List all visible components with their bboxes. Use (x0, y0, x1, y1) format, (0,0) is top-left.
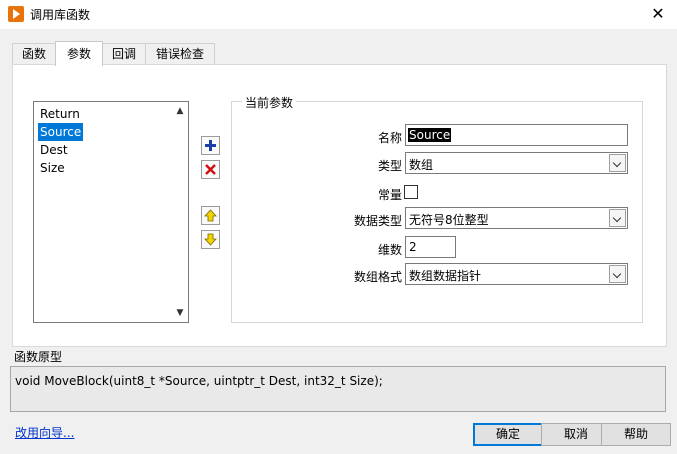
type-select[interactable]: 数组 (405, 152, 628, 174)
type-label: 类型 (377, 159, 402, 173)
tab-error-checking[interactable]: 错误检查 (145, 43, 215, 65)
constant-label: 常量 (377, 188, 402, 202)
arrow-up-icon (204, 209, 217, 222)
prototype-text: void MoveBlock(uint8_t *Source, uintptr_… (15, 374, 383, 388)
chevron-up-icon[interactable]: ▲ (175, 106, 185, 116)
constant-checkbox[interactable] (404, 185, 418, 199)
list-item[interactable]: Return (38, 105, 82, 123)
chevron-down-icon[interactable] (609, 209, 626, 227)
delete-x-icon (205, 164, 216, 175)
chevron-down-icon[interactable] (609, 154, 626, 172)
tab-parameters[interactable]: 参数 (55, 41, 103, 66)
array-format-select[interactable]: 数组数据指针 (405, 263, 628, 285)
parameter-list[interactable]: Return Source Dest Size ▲ ▼ (33, 101, 189, 323)
datatype-label: 数据类型 (353, 214, 402, 228)
switch-to-wizard-link[interactable]: 改用向导... (15, 424, 74, 441)
dims-field[interactable]: 2 (405, 236, 456, 258)
list-item[interactable]: Source (38, 123, 84, 141)
title-bar: 调用库函数 ✕ (0, 0, 677, 29)
delete-parameter-button[interactable] (201, 160, 220, 179)
current-parameter-group: 当前参数 名称 Source 类型 数组 常量 数据类型 无符号8位整型 维数 … (231, 94, 643, 323)
help-button[interactable]: 帮助 (601, 423, 671, 446)
tab-callback[interactable]: 回调 (102, 43, 146, 65)
move-up-button[interactable] (201, 206, 220, 225)
name-label: 名称 (377, 131, 402, 145)
name-value: Source (408, 128, 452, 142)
name-field[interactable]: Source (405, 124, 628, 146)
list-item[interactable]: Size (38, 159, 67, 177)
arrow-down-icon (204, 233, 217, 246)
parameters-panel: Return Source Dest Size ▲ ▼ 当前参数 名称 Sour… (12, 64, 667, 347)
window-title: 调用库函数 (30, 8, 91, 22)
datatype-value: 无符号8位整型 (409, 213, 489, 227)
prototype-box: void MoveBlock(uint8_t *Source, uintptr_… (10, 366, 666, 412)
dims-label: 维数 (377, 243, 402, 257)
ok-button[interactable]: 确定 (473, 423, 543, 446)
plus-icon (205, 140, 216, 151)
move-down-button[interactable] (201, 230, 220, 249)
tab-function[interactable]: 函数 (12, 43, 56, 65)
array-format-label: 数组格式 (353, 270, 402, 284)
datatype-select[interactable]: 无符号8位整型 (405, 207, 628, 229)
close-button[interactable]: ✕ (647, 3, 669, 25)
labview-icon (8, 6, 24, 22)
array-format-value: 数组数据指针 (409, 269, 482, 283)
dims-value: 2 (409, 240, 417, 254)
list-scrollbar[interactable]: ▲ ▼ (172, 102, 188, 322)
group-title: 当前参数 (242, 94, 297, 111)
chevron-down-icon[interactable] (609, 265, 626, 283)
add-parameter-button[interactable] (201, 136, 220, 155)
chevron-down-icon[interactable]: ▼ (175, 308, 185, 318)
prototype-label: 函数原型 (14, 350, 63, 364)
type-value: 数组 (409, 158, 434, 172)
list-item[interactable]: Dest (38, 141, 70, 159)
